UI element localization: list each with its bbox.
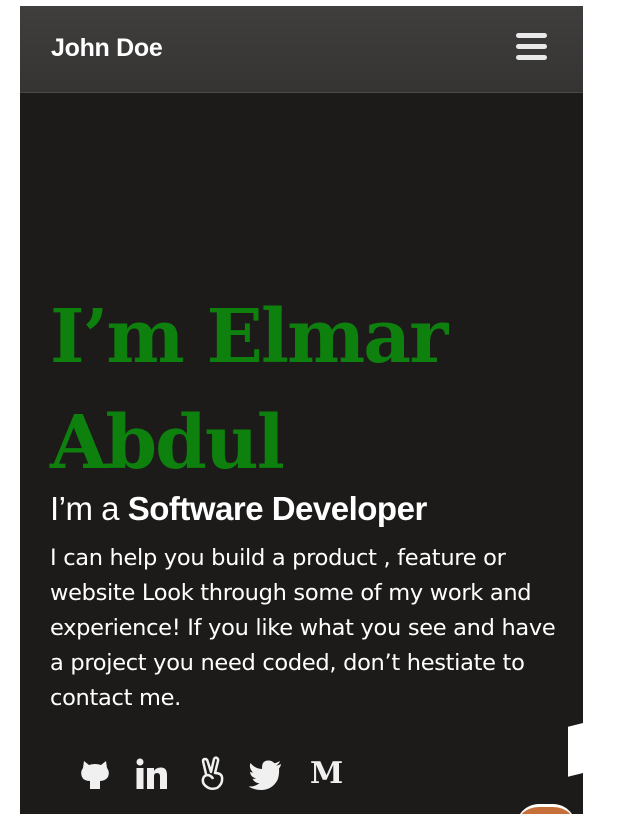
hero-role: I’m a Software Developer	[50, 490, 427, 528]
github-icon[interactable]	[78, 756, 112, 792]
medium-icon[interactable]: M	[310, 756, 344, 792]
hamburger-menu-icon[interactable]	[516, 33, 547, 61]
brand-link[interactable]: John Doe	[51, 34, 163, 63]
twitter-icon[interactable]	[248, 756, 282, 792]
hero-name-line2: Abdul	[50, 400, 285, 486]
medium-glyph: M	[310, 756, 344, 791]
decorative-shape	[568, 721, 583, 777]
hero-name-line1: I’m Elmar	[50, 294, 448, 380]
linkedin-icon[interactable]	[135, 756, 169, 792]
hero-role-title: Software Developer	[127, 490, 428, 527]
hero-role-prefix: I’m a	[50, 490, 128, 527]
navbar: John Doe	[20, 6, 583, 93]
page-viewport: John Doe I’m Elmar Abdul I’m a Software …	[20, 6, 583, 814]
decorative-shape	[516, 804, 576, 814]
hero-name: I’m Elmar Abdul	[50, 284, 448, 496]
angellist-icon[interactable]	[196, 756, 230, 792]
hero-description: I can help you build a product , feature…	[50, 545, 556, 711]
